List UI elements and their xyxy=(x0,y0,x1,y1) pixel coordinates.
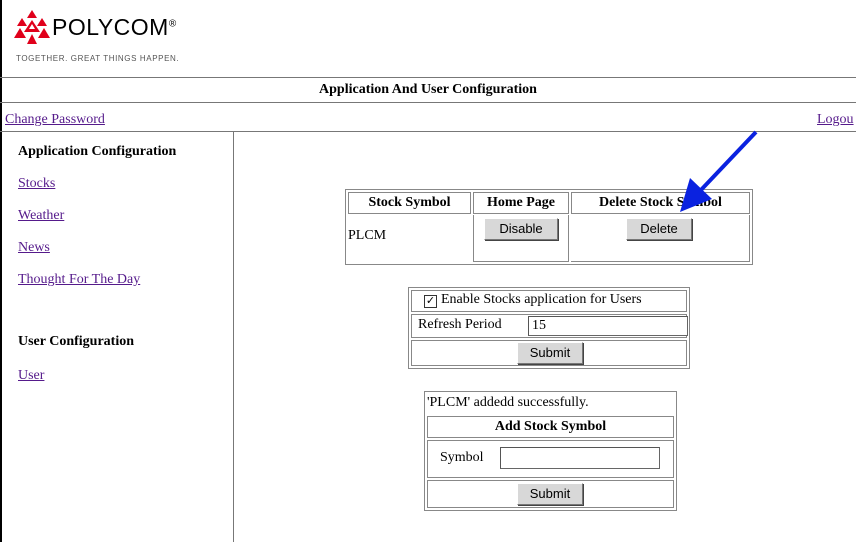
sidebar-item-weather[interactable]: Weather xyxy=(18,208,64,224)
refresh-period-input[interactable]: 15 xyxy=(528,316,688,336)
logout-link[interactable]: Logou xyxy=(817,112,854,128)
settings-form: ✓ Enable Stocks application for Users Re… xyxy=(408,287,690,369)
sidebar-item-thought-for-the-day[interactable]: Thought For The Day xyxy=(18,272,140,288)
symbol-input[interactable] xyxy=(500,447,660,469)
add-submit-row: Submit xyxy=(427,480,674,508)
header-delete-stock-symbol: Delete Stock Symbol xyxy=(571,192,750,214)
refresh-row: Refresh Period 15 xyxy=(411,314,688,338)
app-config-heading: Application Configuration xyxy=(18,144,177,159)
add-submit-button[interactable]: Submit xyxy=(517,483,583,505)
disable-button[interactable]: Disable xyxy=(484,218,558,240)
change-password-link[interactable]: Change Password xyxy=(5,112,105,128)
table-row-symbol: PLCM xyxy=(348,228,387,243)
enable-row: ✓ Enable Stocks application for Users xyxy=(411,290,687,312)
brand-name: POLYCOM® xyxy=(52,14,177,40)
delete-cell: Delete xyxy=(571,215,750,262)
home-page-cell: Disable xyxy=(473,215,569,262)
enable-checkbox[interactable]: ✓ xyxy=(424,295,437,308)
page-title: Application And User Configuration xyxy=(319,82,537,97)
user-config-heading: User Configuration xyxy=(18,334,135,349)
header-stock-symbol: Stock Symbol xyxy=(348,192,471,214)
symbol-label: Symbol xyxy=(440,450,484,465)
enable-label: Enable Stocks application for Users xyxy=(441,292,642,307)
title-bottom-divider xyxy=(0,102,856,103)
sidebar: Application Configuration Stocks Weather… xyxy=(0,132,234,542)
add-stock-form: 'PLCM' addedd successfully. Add Stock Sy… xyxy=(424,391,677,511)
polycom-logo: POLYCOM® TOGETHER. GREAT THINGS HAPPEN. xyxy=(14,8,234,64)
delete-button[interactable]: Delete xyxy=(626,218,692,240)
add-stock-heading: Add Stock Symbol xyxy=(427,416,674,438)
refresh-label: Refresh Period xyxy=(418,317,502,332)
status-message: 'PLCM' addedd successfully. xyxy=(427,395,589,410)
submit-row: Submit xyxy=(411,340,687,366)
sidebar-item-user[interactable]: User xyxy=(18,368,44,384)
symbol-row: Symbol xyxy=(427,440,674,478)
sidebar-item-news[interactable]: News xyxy=(18,240,50,256)
settings-submit-button[interactable]: Submit xyxy=(517,342,583,364)
stock-table: Stock Symbol Home Page Delete Stock Symb… xyxy=(345,189,753,265)
sidebar-item-stocks[interactable]: Stocks xyxy=(18,176,55,192)
header-home-page: Home Page xyxy=(473,192,569,214)
brand-tagline: TOGETHER. GREAT THINGS HAPPEN. xyxy=(16,54,180,63)
polycom-logo-icon xyxy=(14,10,50,44)
